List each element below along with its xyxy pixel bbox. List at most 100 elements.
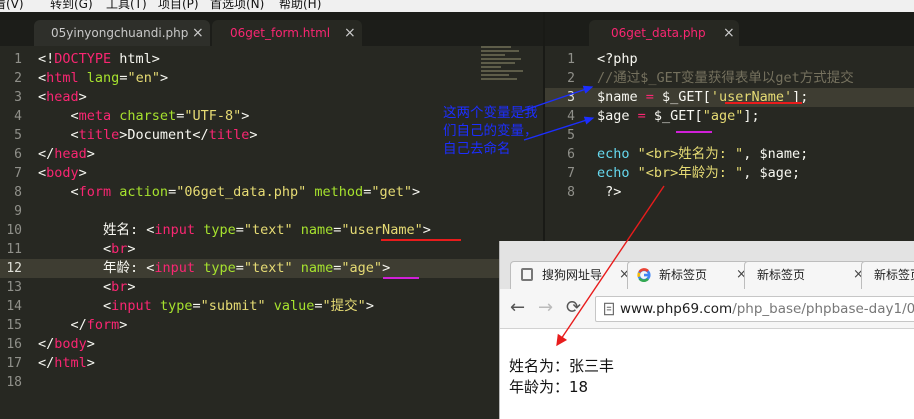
line-number: 1	[567, 52, 575, 67]
code-token: , $name;	[743, 146, 809, 162]
code-line[interactable]: 18	[0, 373, 543, 392]
code-line[interactable]: 4 $age = $_GET["age"];	[545, 107, 914, 126]
back-arrow-icon[interactable]: ←	[510, 297, 525, 318]
code-line[interactable]: 6 echo "<br>姓名为: ", $name;	[545, 145, 914, 164]
code-token: >	[86, 355, 95, 371]
code-token: "UTF-8"	[184, 108, 242, 124]
annotation-note: 这两个变量是我们自己的变量，自己去命名	[443, 105, 538, 157]
code-line[interactable]: 2 //通过$_GET变量获得表单以get方式提交	[545, 69, 914, 88]
code-line[interactable]: 17 </html>	[0, 354, 543, 373]
code-text: <!DOCTYPE html>	[38, 50, 160, 69]
code-token: =	[637, 108, 646, 124]
code-token: =	[235, 222, 244, 238]
reload-icon[interactable]: ⟳	[566, 297, 581, 318]
browser-tab[interactable]: 新标签页	[861, 261, 914, 289]
url-host: www.php69.com	[620, 301, 733, 317]
code-token: >	[241, 108, 250, 124]
code-text: <br>	[38, 278, 136, 297]
code-token: >	[119, 317, 128, 333]
browser-tab[interactable]: 搜狗网址导 ×	[510, 261, 632, 289]
url-path: /php_base/phpbase-day1/0	[732, 301, 914, 317]
line-number: 16	[6, 337, 22, 352]
menu-bar: 看(V) 转到(G) 工具(T) 项目(P) 首选项(N) 帮助(H)	[0, 0, 914, 12]
code-text: <body>	[38, 164, 87, 183]
code-token: type	[203, 260, 236, 276]
code-token: =	[645, 89, 654, 105]
line-number: 4	[567, 109, 575, 124]
code-token: method	[314, 184, 364, 200]
browser-tab-strip: 搜狗网址导 × 新标签页 × 新标签页 × 新标签页	[500, 241, 914, 289]
tab-06get-form[interactable]: 06get_form.html ×	[212, 20, 362, 46]
tab-06get-data[interactable]: 06get_data.php ×	[589, 20, 739, 46]
menu-item[interactable]: 转到(G)	[50, 0, 93, 12]
code-text: <?php	[597, 50, 638, 69]
code-line[interactable]: 1 <?php	[545, 50, 914, 69]
close-icon[interactable]: ×	[723, 20, 735, 46]
code-token: >	[411, 184, 421, 200]
code-line[interactable]: 11 <br>	[0, 240, 543, 259]
line-number: 17	[6, 356, 22, 371]
code-line[interactable]: 15 </form>	[0, 316, 543, 335]
address-bar[interactable]: www.php69.com/php_base/phpbase-day1/0	[595, 296, 914, 322]
line-number: 8	[14, 185, 22, 200]
code-token: <?php	[597, 51, 638, 67]
menu-item[interactable]: 首选项(N)	[210, 0, 264, 12]
browser-tab[interactable]: 新标签页 ×	[744, 261, 866, 289]
line-number: 6	[567, 147, 575, 162]
code-token: "提交"	[322, 298, 366, 314]
code-line[interactable]: 16 </body>	[0, 335, 543, 354]
left-code-editor[interactable]: 18 17 </html> 16 </body> 15 </form> 14 <input …	[0, 46, 543, 419]
code-text: ?>	[597, 183, 621, 202]
code-text: echo "<br>年龄为: ", $age;	[597, 164, 800, 183]
line-number: 15	[6, 318, 22, 333]
code-line[interactable]: 9	[0, 202, 543, 221]
code-text: 年龄: <input type="text" name="age">	[38, 259, 390, 278]
close-icon[interactable]: ×	[192, 20, 204, 46]
code-token: "06get_data.php"	[176, 184, 307, 200]
code-line[interactable]: 8 ?>	[545, 183, 914, 202]
forward-arrow-icon[interactable]: →	[538, 297, 553, 318]
minimap[interactable]	[481, 46, 525, 82]
code-token: $_GET[	[653, 89, 711, 105]
line-number: 11	[6, 242, 22, 257]
code-line[interactable]: 3 $name = $_GET['userName'];	[545, 88, 914, 107]
code-token: "<br>姓名为: "	[637, 146, 744, 162]
code-line[interactable]: 10 姓名: <input type="text" name="userName…	[0, 221, 543, 240]
code-token: ];	[743, 108, 760, 124]
code-token: head	[46, 89, 79, 105]
code-line[interactable]: 14 <input type="submit" value="提交">	[0, 297, 543, 316]
line-number: 10	[6, 223, 22, 238]
menu-item[interactable]: 项目(P)	[158, 0, 199, 12]
code-line[interactable]: 7 echo "<br>年龄为: ", $age;	[545, 164, 914, 183]
red-underline-username	[725, 102, 802, 104]
code-line[interactable]: 8 <form action="06get_data.php" method="…	[0, 183, 543, 202]
code-token: "userName"	[341, 222, 423, 238]
close-icon[interactable]: ×	[344, 20, 356, 46]
code-line[interactable]: 1 <!DOCTYPE html>	[0, 50, 543, 69]
code-token: >	[127, 279, 136, 295]
code-token: "<br>年龄为: "	[637, 165, 744, 181]
code-token: >	[78, 89, 87, 105]
code-text: $age = $_GET["age"];	[597, 107, 760, 126]
code-line[interactable]: 12 年龄: <input type="text" name="age">	[0, 259, 543, 278]
code-token: echo	[597, 146, 630, 162]
menu-item[interactable]: 帮助(H)	[279, 0, 321, 12]
code-token: $name	[597, 89, 646, 105]
tab-05yinyongchuandi[interactable]: 05yinyongchuandi.php ×	[34, 20, 210, 46]
line-number: 13	[6, 280, 22, 295]
menu-item[interactable]: 看(V)	[0, 0, 24, 12]
code-line[interactable]: 5	[545, 126, 914, 145]
code-token: html	[46, 70, 79, 86]
code-line[interactable]: 13 <br>	[0, 278, 543, 297]
code-token: DOCTYPE	[54, 51, 112, 67]
code-token: meta	[78, 108, 112, 124]
page-info-icon[interactable]	[602, 302, 616, 316]
code-line[interactable]: 2 <html lang="en">	[0, 69, 543, 88]
menu-item[interactable]: 工具(T)	[106, 0, 147, 12]
code-token: >	[86, 336, 95, 352]
browser-tab[interactable]: 新标签页 ×	[627, 261, 749, 289]
code-line[interactable]: 7 <body>	[0, 164, 543, 183]
